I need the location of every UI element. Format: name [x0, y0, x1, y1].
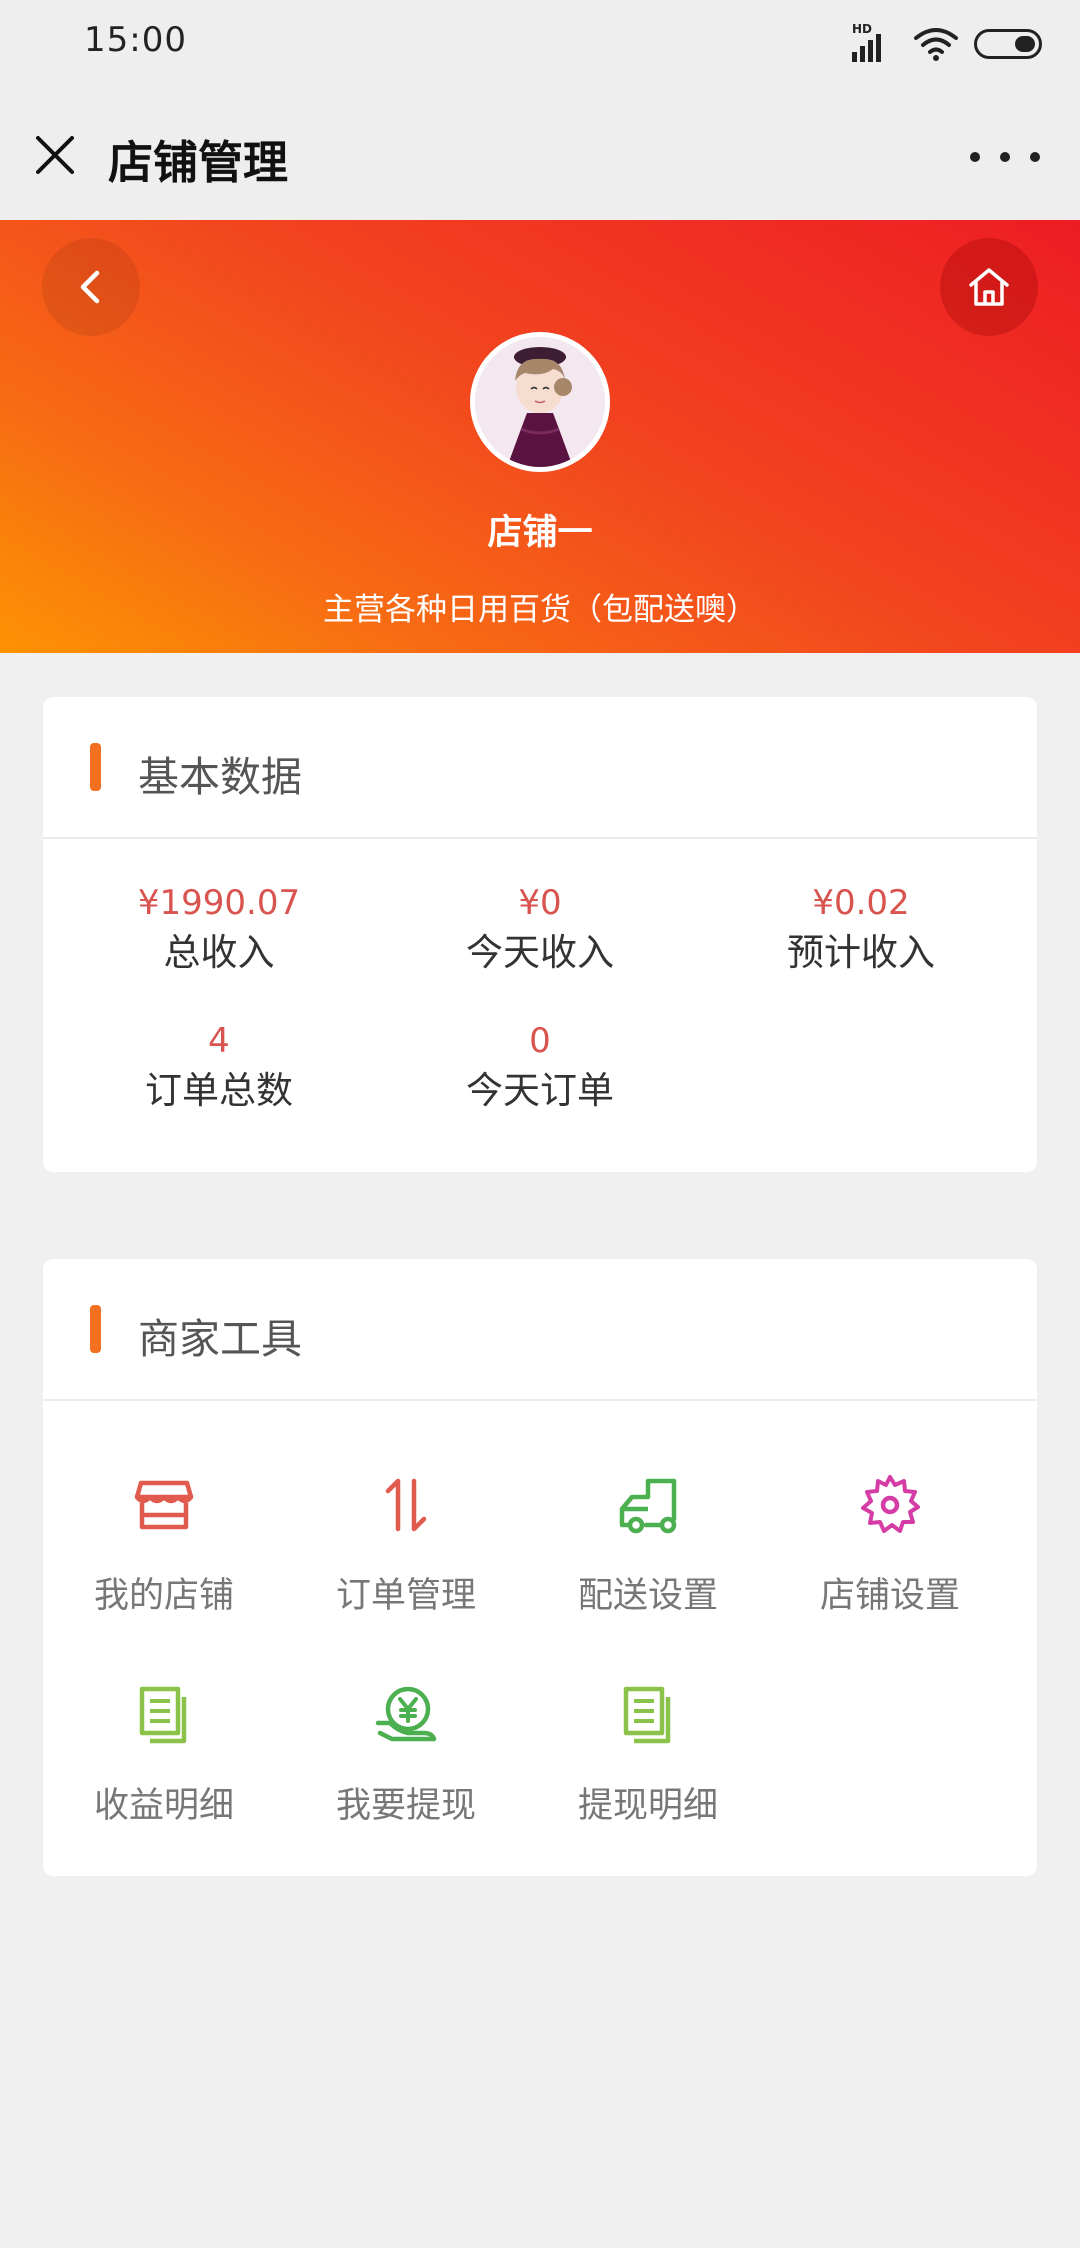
stat-label: 预计收入 — [787, 931, 935, 974]
tool-label: 收益明细 — [93, 1786, 234, 1826]
status-icons: HD — [852, 22, 1042, 64]
battery-icon — [974, 29, 1042, 59]
tool-delivery-settings[interactable]: 配送设置 — [527, 1473, 769, 1618]
stat-today-income[interactable]: ¥0 今天收入 — [380, 879, 700, 979]
stat-label: 总收入 — [163, 931, 275, 974]
nav-bar: 店铺管理 — [0, 90, 1080, 220]
more-menu-icon[interactable] — [970, 142, 1040, 172]
page-title: 店铺管理 — [108, 136, 289, 189]
shop-avatar[interactable] — [470, 332, 610, 472]
shop-name: 店铺一 — [487, 513, 593, 553]
tool-store-settings[interactable]: 店铺设置 — [769, 1473, 1011, 1618]
tool-label: 提现明细 — [577, 1786, 718, 1826]
withdraw-yen-icon — [375, 1686, 437, 1742]
shop-header: 店铺一 主营各种日用百货（包配送噢） — [0, 220, 1080, 653]
tool-label: 我要提现 — [335, 1786, 476, 1826]
status-time: 15:00 — [84, 20, 187, 60]
card-header: 基本数据 — [43, 697, 1037, 839]
stat-value: 0 — [529, 1021, 551, 1061]
delivery-truck-icon — [619, 1478, 677, 1534]
tool-withdraw[interactable]: 我要提现 — [285, 1683, 527, 1828]
shop-description: 主营各种日用百货（包配送噢） — [323, 592, 757, 628]
stat-total-income[interactable]: ¥1990.07 总收入 — [59, 879, 379, 979]
tool-order-management[interactable]: 订单管理 — [285, 1473, 527, 1618]
signal-icon: HD — [852, 22, 898, 64]
section-accent-bar — [90, 1305, 101, 1353]
home-button[interactable] — [940, 238, 1038, 336]
section-title: 商家工具 — [138, 1315, 302, 1363]
stat-label: 今天收入 — [466, 931, 614, 974]
stat-expected-income[interactable]: ¥0.02 预计收入 — [701, 879, 1021, 979]
document-list-icon — [139, 1686, 187, 1744]
status-bar: 15:00 HD — [0, 0, 1080, 90]
basic-data-card: 基本数据 ¥1990.07 总收入 ¥0 今天收入 ¥0.02 预计收入 4 订… — [43, 697, 1037, 1172]
stat-today-orders[interactable]: 0 今天订单 — [380, 1017, 700, 1117]
tool-label: 订单管理 — [335, 1576, 476, 1616]
section-title: 基本数据 — [138, 753, 302, 801]
tool-my-store[interactable]: 我的店铺 — [43, 1473, 285, 1618]
tool-income-details[interactable]: 收益明细 — [43, 1683, 285, 1828]
home-icon — [969, 268, 1009, 306]
stat-label: 今天订单 — [466, 1069, 614, 1112]
tool-label: 店铺设置 — [819, 1576, 960, 1616]
store-icon — [134, 1480, 194, 1530]
stat-value: ¥1990.07 — [137, 883, 301, 923]
wifi-icon — [914, 28, 958, 61]
avatar-illustration — [475, 337, 605, 467]
stat-value: ¥0 — [518, 883, 562, 923]
app-root: 15:00 HD 店铺管理 店铺一 主营各种日用百货（包配送噢） 基本数据 ¥1… — [0, 0, 1080, 2248]
document-list-icon — [623, 1686, 671, 1744]
stat-value: 4 — [208, 1021, 230, 1061]
tool-label: 我的店铺 — [93, 1576, 234, 1616]
close-icon[interactable] — [30, 130, 80, 180]
stat-total-orders[interactable]: 4 订单总数 — [59, 1017, 379, 1117]
stat-label: 订单总数 — [145, 1069, 293, 1112]
stat-value: ¥0.02 — [812, 883, 910, 923]
merchant-tools-card: 商家工具 我的店铺 订单管理 配送设置 店铺设置 收益明细 我要提现 提现明细 — [43, 1259, 1037, 1876]
card-header: 商家工具 — [43, 1259, 1037, 1401]
tool-label: 配送设置 — [577, 1576, 718, 1616]
gear-icon — [861, 1475, 920, 1533]
section-accent-bar — [90, 743, 101, 791]
back-button[interactable] — [42, 238, 140, 336]
sort-arrows-icon — [385, 1478, 427, 1532]
tool-withdraw-details[interactable]: 提现明细 — [527, 1683, 769, 1828]
chevron-left-icon — [80, 270, 100, 304]
